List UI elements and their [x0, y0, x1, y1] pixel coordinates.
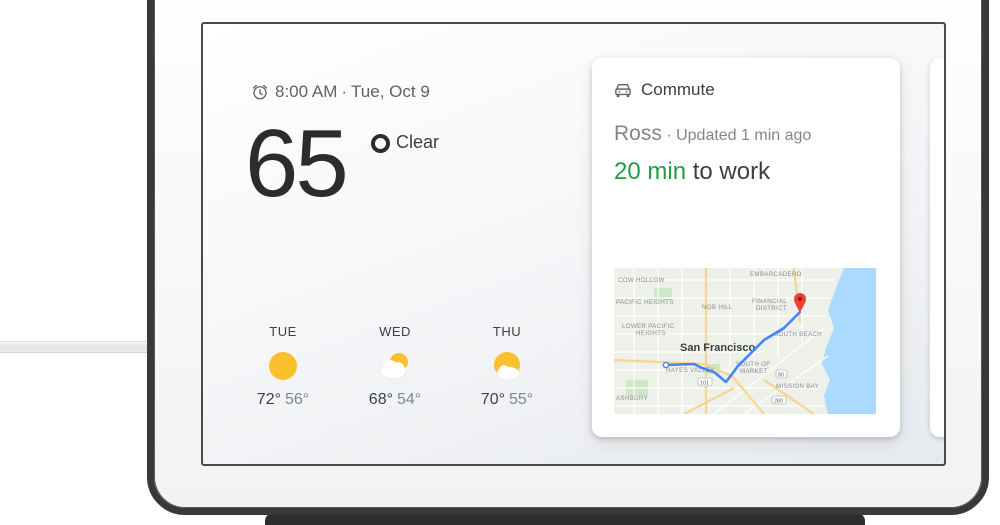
map-label-financial: FINANCIAL [752, 298, 787, 305]
car-icon [615, 83, 631, 98]
degree-symbol [371, 134, 390, 153]
forecast-day-wed[interactable]: WED 68° 54° [355, 324, 435, 409]
weather-condition: Clear [396, 132, 440, 152]
device-screen[interactable]: 8:00 AM · Tue, Oct 9 65 Clear TUE 72° 56°… [201, 22, 946, 466]
map-label-san-francisco: San Francisco [680, 342, 755, 354]
current-date: Tue, Oct 9 [351, 82, 430, 101]
forecast-day-name: WED [379, 324, 411, 339]
current-time: 8:00 AM [275, 82, 338, 101]
commute-updated: · Updated 1 min ago [666, 127, 812, 144]
partly-cloudy-icon [379, 353, 408, 380]
forecast-low: 56° [285, 391, 310, 408]
sunny-icon [269, 352, 297, 380]
map-label-embarcadero: EMBARCADERO [750, 271, 802, 278]
forecast-temps: 70° 55° [467, 391, 547, 409]
map-label-south-beach: SOUTH BEACH [774, 331, 822, 338]
product-photo: 8:00 AM · Tue, Oct 9 65 Clear TUE 72° 56°… [0, 0, 1000, 525]
forecast-temps: 72° 56° [243, 391, 323, 409]
map-label-district: DISTRICT [756, 305, 787, 312]
commute-title: Commute [641, 80, 715, 99]
map-label-cow-hollow: COW HOLLOW [618, 277, 665, 284]
commute-card[interactable]: Commute Ross · Updated 1 min ago 20 min … [592, 58, 900, 437]
time-date-row: 8:00 AM · Tue, Oct 9 [251, 82, 430, 102]
highway-shield-101: 101 [697, 377, 713, 387]
alarm-clock-icon [252, 84, 268, 100]
commute-destination: to work [692, 158, 771, 185]
map-label-pacific-heights: PACIFIC HEIGHTS [616, 299, 674, 306]
highway-shield-80: 80 [775, 369, 788, 379]
map-label-heights: HEIGHTS [636, 330, 666, 337]
commute-map[interactable]: COW HOLLOW EMBARCADERO PACIFIC HEIGHTS N… [614, 268, 876, 414]
map-label-mission-bay: MISSION BAY [776, 383, 819, 390]
next-card-peek[interactable] [930, 58, 944, 437]
map-label-market: MARKET [740, 368, 768, 375]
forecast-high: 70° [480, 391, 505, 408]
forecast-day-name: TUE [269, 324, 297, 339]
forecast-temps: 68° 54° [355, 391, 435, 409]
forecast-high: 72° [256, 391, 281, 408]
commute-person: Ross [614, 122, 662, 145]
highway-280-label: 280 [774, 399, 783, 405]
forecast-high: 68° [368, 391, 393, 408]
commute-header: Commute [614, 80, 715, 100]
forecast-day-thu[interactable]: THU 70° 55° [467, 324, 547, 409]
forecast-low: 55° [509, 391, 534, 408]
map-label-lower-pacific: LOWER PACIFIC [622, 323, 674, 330]
highway-101-label: 101 [700, 381, 709, 387]
time-date-separator: · [341, 82, 348, 101]
map-label-nob-hill: NOB HILL [702, 304, 733, 311]
power-cable [0, 341, 160, 353]
forecast-day-tue[interactable]: TUE 72° 56° [243, 324, 323, 409]
forecast-day-name: THU [492, 324, 522, 339]
commute-eta-line: 20 min to work [614, 158, 770, 186]
route-start-marker [662, 361, 670, 369]
mostly-sunny-icon [494, 352, 520, 380]
commute-eta: 20 min [614, 158, 687, 185]
current-temperature: 65 [245, 110, 349, 217]
commute-user-line: Ross · Updated 1 min ago [614, 122, 811, 146]
highway-80-label: 80 [778, 373, 784, 379]
map-label-ashbury: ASHBURY [616, 395, 648, 402]
forecast-low: 54° [397, 391, 422, 408]
highway-shield-280: 280 [771, 395, 787, 405]
